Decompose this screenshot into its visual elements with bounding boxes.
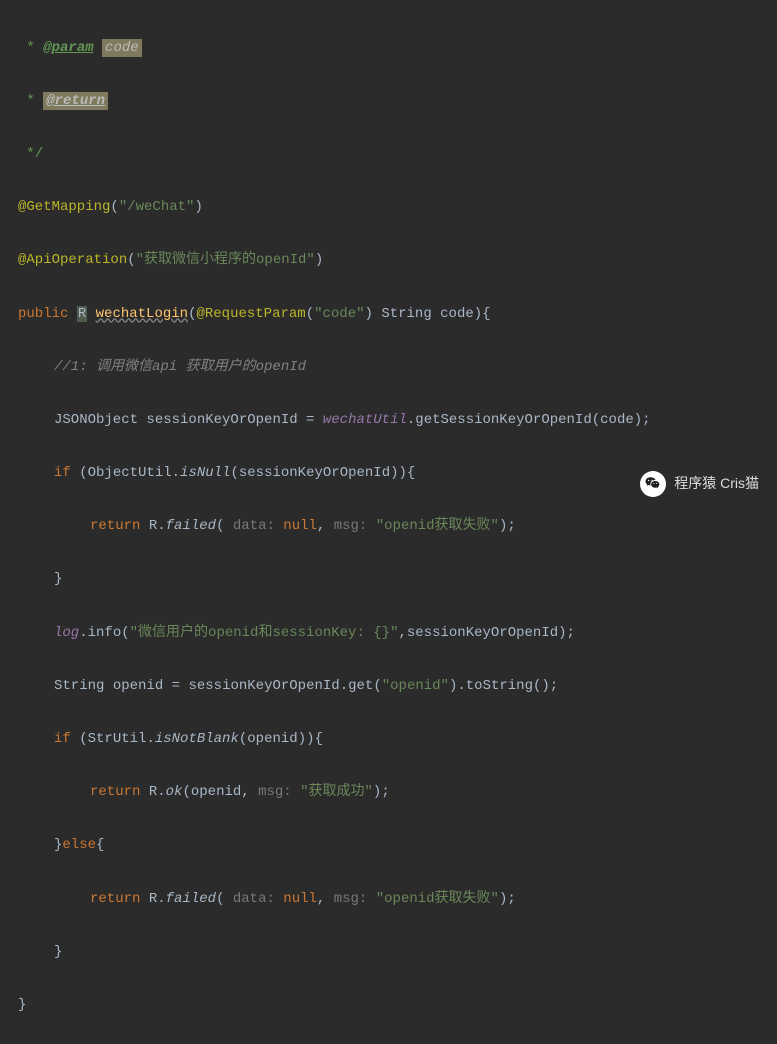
code-line: }	[18, 566, 777, 593]
keyword-null: null	[283, 891, 317, 907]
string-literal: "获取微信小程序的openId"	[136, 252, 315, 268]
var-ref: openid	[191, 784, 241, 800]
keyword-if: if	[54, 731, 71, 747]
keyword-public: public	[18, 306, 68, 322]
class-objectutil: ObjectUtil	[88, 465, 172, 481]
method-isnotblank: isNotBlank	[155, 731, 239, 747]
param-hint: msg:	[334, 518, 368, 534]
class-R: R	[149, 784, 157, 800]
param-hint: msg:	[258, 784, 292, 800]
code-line: }	[18, 992, 777, 1019]
annotation-apioperation: @ApiOperation	[18, 252, 127, 268]
code-line: String openid = sessionKeyOrOpenId.get("…	[18, 673, 777, 700]
method-failed: failed	[166, 891, 216, 907]
class-R: R	[149, 518, 157, 534]
keyword-return: return	[90, 891, 140, 907]
annotation-requestparam: @RequestParam	[196, 306, 305, 322]
code-line: */	[18, 141, 777, 168]
var-openid: openid	[113, 678, 163, 694]
field-wechatutil: wechatUtil	[323, 412, 407, 428]
keyword-return: return	[90, 518, 140, 534]
string-literal: "openid"	[382, 678, 449, 694]
method-ok: ok	[166, 784, 183, 800]
var-ref: code	[600, 412, 634, 428]
param-hint: data:	[233, 891, 275, 907]
keyword-else: else	[62, 837, 96, 853]
type-string: String	[381, 306, 431, 322]
method-call: getSessionKeyOrOpenId	[415, 412, 591, 428]
code-line: log.info("微信用户的openid和sessionKey: {}",se…	[18, 620, 777, 647]
var-ref: sessionKeyOrOpenId	[188, 678, 339, 694]
string-literal: "openid获取失败"	[376, 518, 499, 534]
javadoc-star: *	[18, 93, 43, 109]
field-log: log	[54, 625, 79, 641]
string-literal: "/weChat"	[119, 199, 195, 215]
code-line: * @param code	[18, 35, 777, 62]
code-line: }else{	[18, 832, 777, 859]
javadoc-end: */	[18, 146, 43, 162]
code-line: * @return	[18, 88, 777, 115]
code-line: JSONObject sessionKeyOrOpenId = wechatUt…	[18, 407, 777, 434]
code-line: if (StrUtil.isNotBlank(openid)){	[18, 726, 777, 753]
param-hint: msg:	[334, 891, 368, 907]
watermark-text: 程序猿 Cris猫	[674, 470, 759, 497]
method-isnull: isNull	[180, 465, 230, 481]
code-line: //1: 调用微信api 获取用户的openId	[18, 354, 777, 381]
string-literal: "openid获取失败"	[376, 891, 499, 907]
watermark: 程序猿 Cris猫	[640, 470, 759, 497]
type-string: String	[54, 678, 104, 694]
javadoc-param-tag: @param	[43, 40, 93, 56]
class-R: R	[149, 891, 157, 907]
annotation-getmapping: @GetMapping	[18, 199, 110, 215]
code-editor[interactable]: * @param code * @return */ @GetMapping("…	[0, 8, 777, 1044]
param-hint: data:	[233, 518, 275, 534]
code-line: return R.ok(openid, msg: "获取成功");	[18, 779, 777, 806]
method-tostring: toString	[466, 678, 533, 694]
code-line: public R wechatLogin(@RequestParam("code…	[18, 301, 777, 328]
comment: //1: 调用微信api 获取用户的openId	[54, 359, 306, 375]
var-name: sessionKeyOrOpenId	[146, 412, 297, 428]
string-literal: "获取成功"	[300, 784, 373, 800]
keyword-if: if	[54, 465, 71, 481]
var-ref: sessionKeyOrOpenId	[407, 625, 558, 641]
keyword-null: null	[283, 518, 317, 534]
param-code: code	[440, 306, 474, 322]
method-info: info	[88, 625, 122, 641]
method-get: get	[348, 678, 373, 694]
javadoc-param-name: code	[102, 39, 142, 57]
code-line: return R.failed( data: null, msg: "openi…	[18, 513, 777, 540]
wechat-icon	[640, 471, 666, 497]
code-line: return R.failed( data: null, msg: "openi…	[18, 886, 777, 913]
string-literal: "code"	[314, 306, 364, 322]
javadoc-return-tag: @return	[43, 92, 108, 110]
var-ref: sessionKeyOrOpenId	[239, 465, 390, 481]
code-line: }	[18, 939, 777, 966]
javadoc-star: *	[18, 40, 43, 56]
method-failed: failed	[166, 518, 216, 534]
string-literal: "微信用户的openid和sessionKey: {}"	[130, 625, 399, 641]
code-line: @ApiOperation("获取微信小程序的openId")	[18, 247, 777, 274]
code-line: @GetMapping("/weChat")	[18, 194, 777, 221]
var-ref: openid	[247, 731, 297, 747]
type-R: R	[77, 306, 87, 322]
type-jsonobject: JSONObject	[54, 412, 138, 428]
class-strutil: StrUtil	[88, 731, 147, 747]
keyword-return: return	[90, 784, 140, 800]
method-name: wechatLogin	[96, 306, 188, 322]
